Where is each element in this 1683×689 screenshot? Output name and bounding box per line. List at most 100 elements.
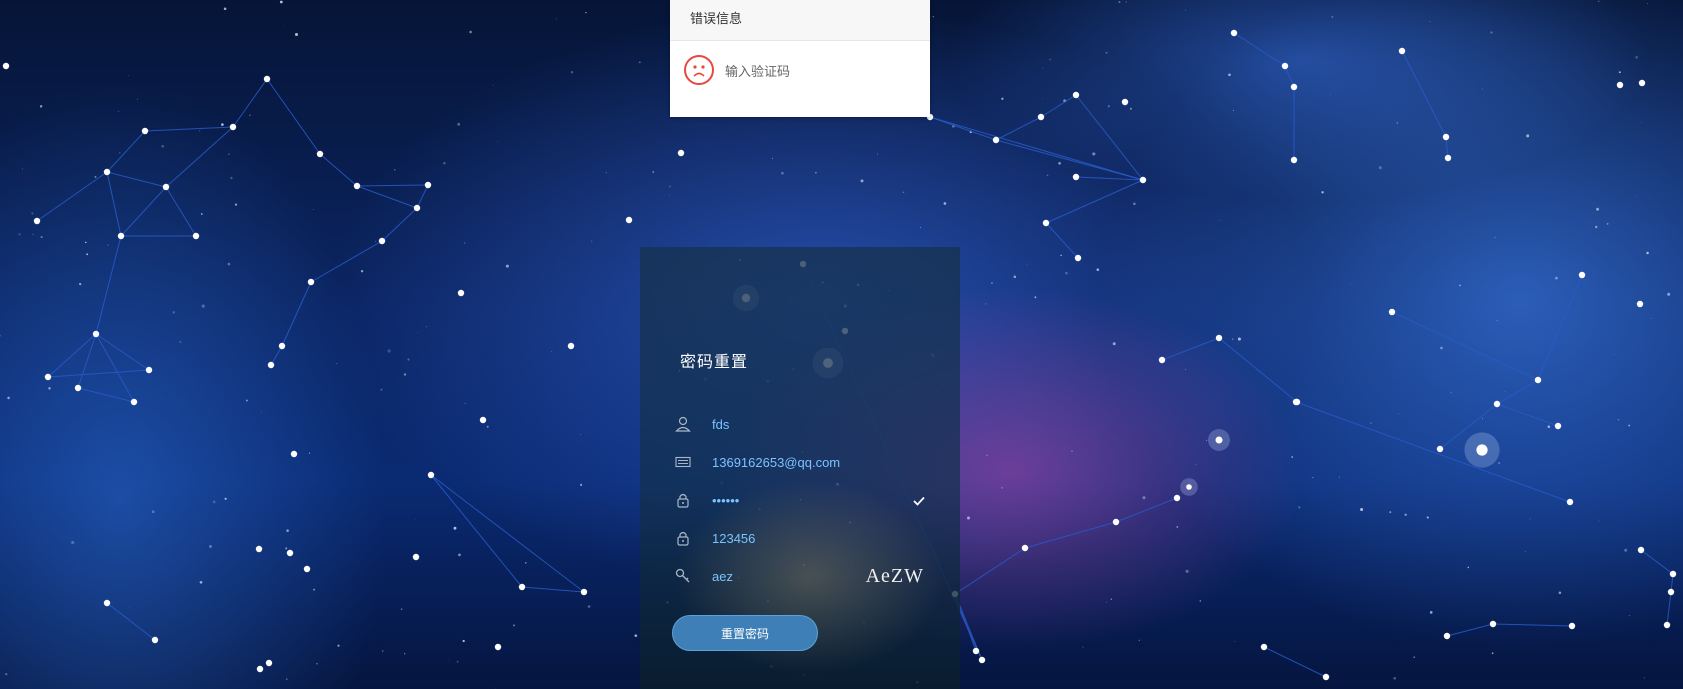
background-star bbox=[1042, 68, 1044, 69]
confirm-password-value[interactable]: 123456 bbox=[712, 531, 755, 546]
constellation-node bbox=[162, 183, 170, 191]
background-star bbox=[1617, 418, 1620, 421]
background-star bbox=[313, 209, 314, 210]
background-star bbox=[1639, 121, 1641, 123]
background-star bbox=[580, 483, 583, 486]
constellation-node bbox=[1072, 173, 1080, 181]
constellation-line bbox=[144, 126, 234, 132]
constellation-node bbox=[1667, 588, 1675, 596]
constellation-line bbox=[381, 207, 418, 242]
background-star bbox=[71, 540, 75, 545]
background-star bbox=[815, 171, 817, 174]
constellation-node bbox=[1636, 300, 1644, 308]
background-star bbox=[1360, 508, 1364, 511]
background-star bbox=[1628, 424, 1631, 427]
background-star bbox=[1291, 456, 1294, 458]
constellation-node bbox=[580, 588, 588, 596]
constellation-node bbox=[316, 150, 324, 158]
background-star bbox=[1490, 31, 1493, 34]
background-star bbox=[1650, 317, 1652, 319]
background-star bbox=[1643, 677, 1646, 679]
username-value[interactable]: fds bbox=[712, 417, 729, 432]
constellation-node bbox=[479, 416, 487, 424]
background-star bbox=[227, 262, 231, 266]
background-star bbox=[932, 15, 935, 18]
constellation-node bbox=[1158, 356, 1166, 364]
background-star bbox=[1482, 88, 1483, 90]
background-star bbox=[497, 141, 498, 142]
captcha-input-value[interactable]: aez bbox=[712, 569, 733, 584]
background-star bbox=[1429, 21, 1431, 22]
reset-password-button[interactable]: 重置密码 bbox=[672, 615, 818, 651]
constellation-node bbox=[1663, 621, 1671, 629]
constellation-node bbox=[1493, 400, 1501, 408]
background-star bbox=[381, 650, 384, 652]
background-star bbox=[1555, 276, 1558, 280]
background-star bbox=[991, 282, 993, 284]
background-star bbox=[0, 334, 2, 337]
background-star bbox=[1404, 513, 1407, 516]
confirm-password-field[interactable]: 123456 bbox=[674, 526, 944, 550]
constellation-node bbox=[978, 656, 986, 664]
background-star bbox=[1635, 55, 1639, 59]
constellation-node bbox=[413, 204, 421, 212]
captcha-field[interactable]: aez AeZW bbox=[674, 564, 944, 588]
background-star bbox=[1228, 73, 1231, 77]
background-star bbox=[1598, 0, 1600, 3]
constellation-node bbox=[74, 384, 82, 392]
background-star bbox=[1049, 58, 1052, 61]
constellation-line bbox=[106, 171, 167, 188]
username-field[interactable]: fds bbox=[674, 412, 944, 436]
background-star bbox=[40, 236, 43, 239]
constellation-node bbox=[1042, 219, 1050, 227]
constellation-line bbox=[1492, 623, 1573, 627]
background-star bbox=[118, 110, 120, 112]
constellation-line bbox=[1233, 32, 1286, 67]
email-field[interactable]: 1369162653@qq.com bbox=[674, 450, 944, 474]
background-star bbox=[1413, 656, 1416, 659]
constellation-node bbox=[1021, 544, 1029, 552]
background-star bbox=[1397, 413, 1399, 415]
background-star bbox=[1498, 462, 1500, 464]
background-star bbox=[1524, 551, 1526, 553]
constellation-line bbox=[77, 387, 135, 403]
constellation-line bbox=[1401, 50, 1447, 138]
background-star bbox=[1667, 292, 1671, 296]
background-star bbox=[1491, 652, 1494, 654]
background-star bbox=[199, 580, 203, 584]
background-star bbox=[1547, 425, 1551, 429]
background-star bbox=[1298, 506, 1301, 509]
background-star bbox=[294, 32, 299, 37]
constellation-line bbox=[95, 333, 150, 371]
constellation-line bbox=[106, 602, 156, 641]
background-star bbox=[1321, 191, 1324, 194]
background-star bbox=[313, 588, 316, 591]
background-star bbox=[1396, 122, 1399, 124]
background-star bbox=[1450, 391, 1452, 394]
background-star bbox=[463, 242, 466, 244]
constellation-node bbox=[103, 168, 111, 176]
background-star bbox=[1082, 646, 1084, 648]
background-star bbox=[570, 71, 574, 74]
background-star bbox=[415, 519, 417, 521]
password-value[interactable]: •••••• bbox=[712, 493, 739, 508]
background-star bbox=[512, 624, 516, 627]
constellation-line bbox=[430, 474, 585, 593]
password-field[interactable]: •••••• bbox=[674, 488, 944, 512]
constellation-node bbox=[457, 289, 465, 297]
background-star bbox=[1594, 225, 1598, 229]
background-star bbox=[336, 362, 338, 365]
background-star bbox=[7, 396, 10, 400]
background-star bbox=[1118, 1, 1121, 4]
constellation-node bbox=[677, 149, 685, 157]
background-star bbox=[1195, 463, 1197, 465]
constellation-node bbox=[1554, 422, 1562, 430]
email-value[interactable]: 1369162653@qq.com bbox=[712, 455, 840, 470]
background-star bbox=[31, 212, 34, 215]
background-star bbox=[1110, 598, 1112, 600]
captcha-image[interactable]: AeZW bbox=[866, 565, 924, 588]
constellation-line bbox=[1075, 94, 1144, 181]
background-star bbox=[400, 608, 403, 611]
constellation-line bbox=[1218, 337, 1298, 403]
constellation-line bbox=[47, 369, 150, 378]
